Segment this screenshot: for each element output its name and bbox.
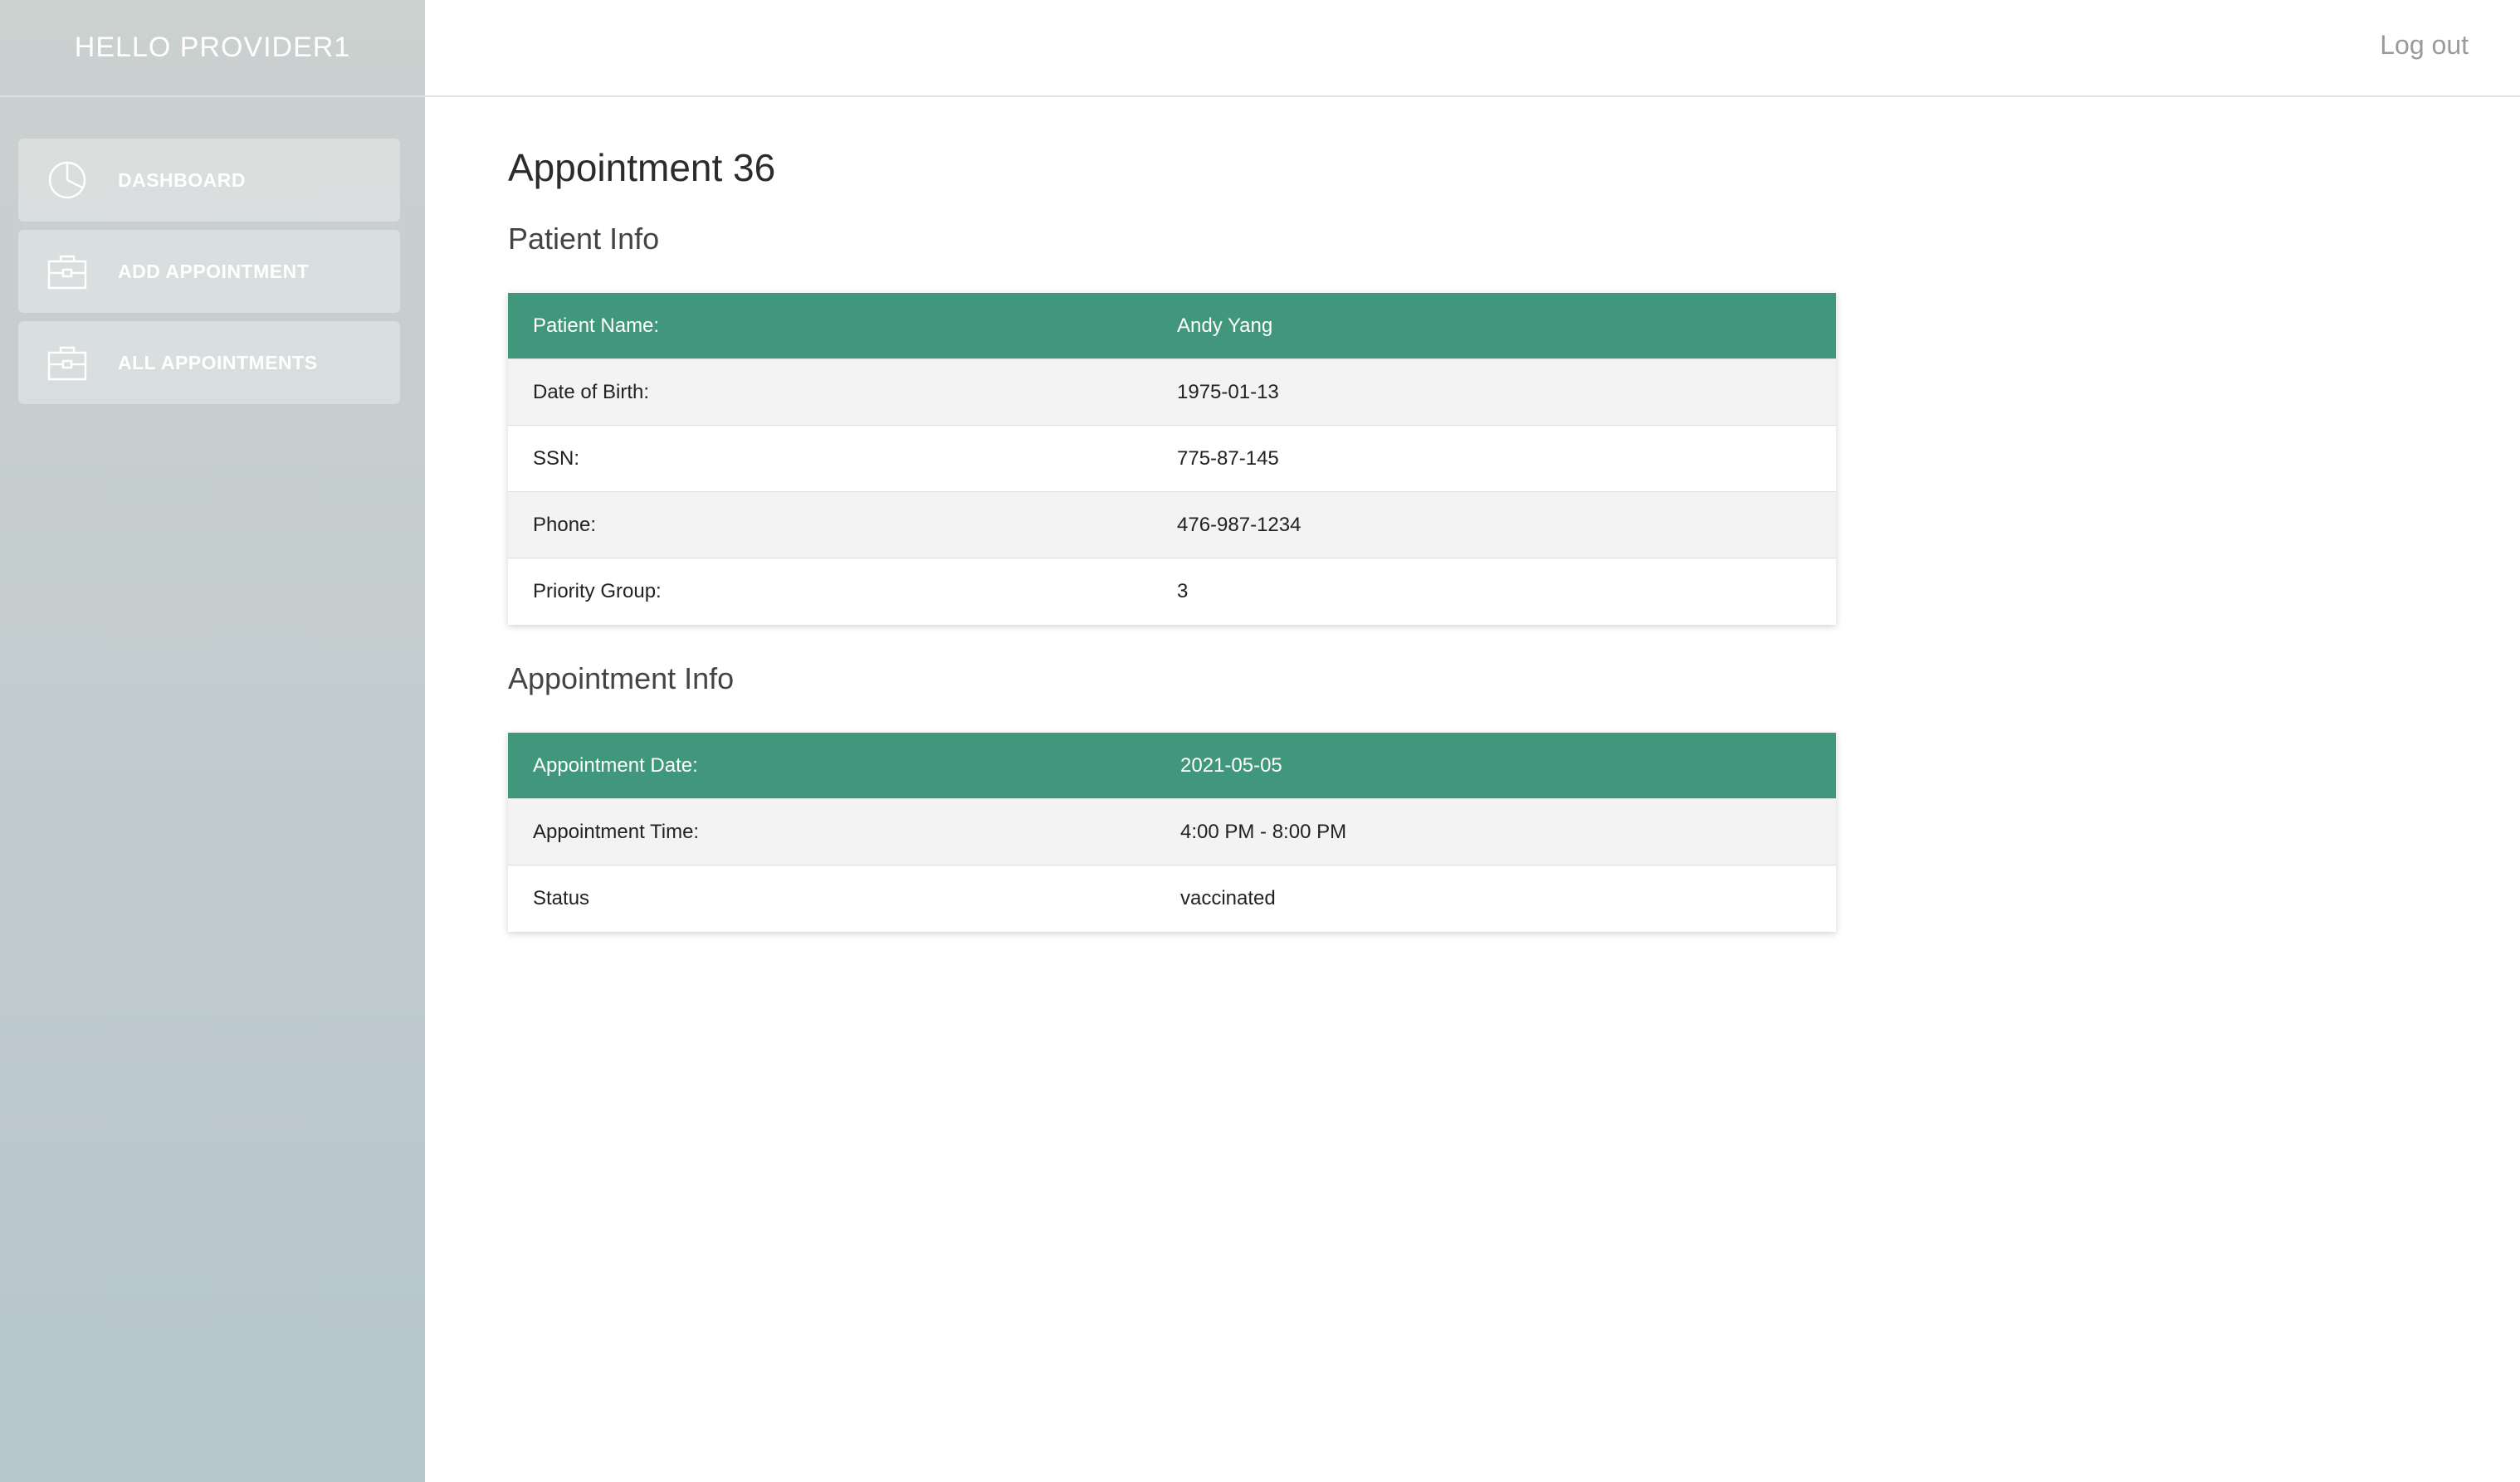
row-label: Priority Group: [533,580,662,602]
appointment-info-heading: Appointment Info [508,661,735,695]
sidebar: HELLO PROVIDER1 DASHBOARD ADD APPOINTMEN… [0,0,425,1482]
top-bar: Log out [425,0,2520,97]
table-row: Appointment Date: 2021-05-05 [508,733,1836,799]
table-row: Phone: 476-987-1234 [508,492,1836,558]
row-label: Appointment Date: [533,753,698,777]
pie-chart-icon [46,159,88,201]
patient-info-table: Patient Name: Andy Yang Date of Birth: 1… [508,293,1836,625]
sidebar-nav: DASHBOARD ADD APPOINTMENT ALL APPOINTMEN… [0,97,425,404]
main-content: Appointment 36 Patient Info Patient Name… [508,97,1836,932]
row-label: Phone: [533,513,597,536]
row-label: Appointment Time: [533,820,700,843]
logout-link[interactable]: Log out [2380,30,2469,61]
row-value: 1975-01-13 [1177,380,1279,403]
briefcase-icon [46,251,88,292]
sidebar-item-add-appointment[interactable]: ADD APPOINTMENT [18,230,400,313]
patient-info-heading: Patient Info [508,222,660,256]
appointment-info-table: Appointment Date: 2021-05-05 Appointment… [508,733,1836,932]
row-value: 2021-05-05 [1180,753,1282,777]
table-row: Appointment Time: 4:00 PM - 8:00 PM [508,799,1836,865]
table-row: Status vaccinated [508,865,1836,932]
row-value: 3 [1177,580,1189,602]
table-row: Date of Birth: 1975-01-13 [508,359,1836,426]
table-row: Patient Name: Andy Yang [508,293,1836,359]
table-row: Priority Group: 3 [508,558,1836,625]
briefcase-icon [46,342,88,383]
page-title: Appointment 36 [508,146,776,189]
row-value: Andy Yang [1177,314,1273,337]
row-label: Patient Name: [533,314,660,337]
sidebar-header: HELLO PROVIDER1 [0,0,425,97]
sidebar-item-dashboard[interactable]: DASHBOARD [18,139,400,222]
row-label: SSN: [533,446,580,470]
row-value: 775-87-145 [1177,446,1279,470]
sidebar-item-all-appointments[interactable]: ALL APPOINTMENTS [18,321,400,404]
sidebar-item-label: DASHBOARD [118,168,246,191]
sidebar-item-label: ADD APPOINTMENT [118,260,310,282]
row-label: Date of Birth: [533,380,650,403]
app: HELLO PROVIDER1 DASHBOARD ADD APPOINTMEN… [0,0,2520,1482]
row-value: 4:00 PM - 8:00 PM [1180,820,1347,843]
sidebar-item-label: ALL APPOINTMENTS [118,351,318,373]
table-row: SSN: 775-87-145 [508,426,1836,492]
sidebar-greeting: HELLO PROVIDER1 [74,32,351,63]
row-label: Status [533,887,590,909]
row-value: vaccinated [1180,887,1276,909]
row-value: 476-987-1234 [1177,513,1302,536]
